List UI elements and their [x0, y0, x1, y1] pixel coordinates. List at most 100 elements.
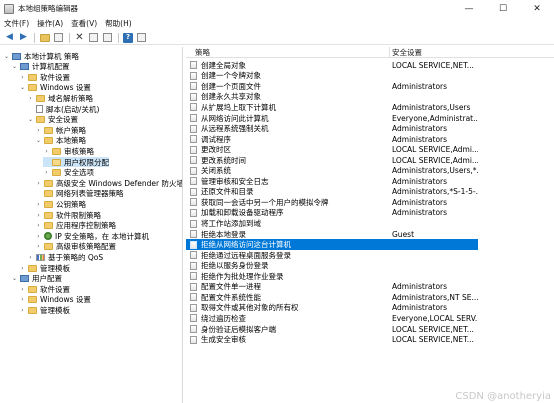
tree-item[interactable]: › 审核策略 [43, 146, 94, 156]
window-controls: — ☐ ✕ [452, 0, 554, 17]
tree-item[interactable]: ⌄ 用户配置 [11, 274, 62, 284]
toolbar-separator [118, 32, 119, 43]
policy-row[interactable]: 从网络访问此计算机 Everyone,Administrat... [186, 113, 478, 124]
tree-item[interactable]: ⌄ 本地策略 [35, 136, 86, 146]
maximize-button[interactable]: ☐ [486, 0, 520, 17]
expand-chevron-icon[interactable]: › [19, 307, 26, 314]
menu-view[interactable]: 查看(V) [71, 18, 97, 29]
tree-item[interactable]: › 安全选项 [43, 168, 94, 178]
menu-action[interactable]: 操作(A) [37, 18, 63, 29]
tree-item[interactable]: › Windows 设置 [19, 295, 91, 305]
tree-item[interactable]: ⌄ Windows 设置 [19, 83, 91, 93]
delete-icon[interactable]: ✕ [74, 32, 85, 43]
policy-row[interactable]: 配置文件系统性能 Administrators,NT SE... [186, 292, 478, 303]
tree-item[interactable]: › 软件限制策略 [35, 210, 101, 220]
tree-item[interactable]: › 管理模板 [19, 305, 70, 315]
tree-item[interactable]: › 管理模板 [19, 263, 70, 273]
expand-chevron-icon[interactable]: › [27, 254, 34, 261]
expand-chevron-icon[interactable]: › [43, 169, 50, 176]
column-header-policy[interactable]: 策略 [195, 47, 210, 57]
expand-chevron-icon[interactable]: › [19, 296, 26, 303]
tree-item[interactable]: 网络列表管理器策略 [35, 189, 124, 199]
policy-row[interactable]: 创建全局对象 LOCAL SERVICE,NET... [186, 60, 478, 71]
column-separator[interactable] [389, 47, 390, 57]
close-button[interactable]: ✕ [520, 0, 554, 17]
up-folder-icon[interactable] [39, 33, 50, 42]
expand-chevron-icon[interactable]: › [19, 286, 26, 293]
expand-chevron-icon[interactable]: › [19, 74, 26, 81]
policy-row[interactable]: 更改时区 LOCAL SERVICE,Admi... [186, 144, 478, 155]
tree-item[interactable]: 脚本(启动/关机) [27, 104, 99, 114]
minimize-button[interactable]: — [452, 0, 486, 17]
policy-row[interactable]: 创建一个页面文件 Administrators [186, 81, 478, 92]
help-icon[interactable]: ? [123, 32, 133, 43]
tree-item[interactable]: › 高级安全 Windows Defender 防火墙 [35, 178, 182, 188]
expand-chevron-icon[interactable]: › [19, 265, 26, 272]
policy-row[interactable]: 创建永久共享对象 [186, 92, 478, 103]
menu-help[interactable]: 帮助(H) [105, 18, 132, 29]
policy-name: 取得文件或其他对象的所有权 [201, 303, 299, 313]
policy-row[interactable]: 更改系统时间 LOCAL SERVICE,Admi... [186, 155, 478, 166]
policy-row[interactable]: 拒绝从网络访问这台计算机 [186, 239, 478, 250]
expand-chevron-icon[interactable]: › [35, 233, 42, 240]
export-list-icon[interactable] [103, 33, 112, 42]
policy-row[interactable]: 配置文件单一进程 Administrators [186, 282, 478, 293]
collapse-chevron-icon[interactable]: ⌄ [11, 63, 18, 70]
policy-row[interactable]: 将工作站添加到域 [186, 218, 478, 229]
tree-item[interactable]: › 帐户策略 [35, 125, 86, 135]
policy-row[interactable]: 加载和卸载设备驱动程序 Administrators [186, 208, 478, 219]
show-hide-tree-icon[interactable] [54, 33, 63, 42]
collapse-chevron-icon[interactable]: ⌄ [11, 275, 18, 282]
tree-item[interactable]: 用户权限分配 [43, 157, 109, 167]
expand-chevron-icon[interactable]: › [35, 212, 42, 219]
expand-chevron-icon[interactable]: › [35, 201, 42, 208]
expand-chevron-icon[interactable]: › [35, 222, 42, 229]
policy-row[interactable]: 从扩展坞上取下计算机 Administrators,Users [186, 102, 478, 113]
tree-item[interactable]: ⌄ 安全设置 [27, 115, 78, 125]
tree-item[interactable]: › 公钥策略 [35, 199, 86, 209]
collapse-chevron-icon[interactable]: ⌄ [19, 84, 26, 91]
expand-chevron-icon[interactable]: › [27, 95, 34, 102]
properties-icon[interactable] [89, 33, 98, 42]
policy-row[interactable]: 拒绝通过远程桌面服务登录 [186, 250, 478, 261]
view-icon[interactable] [137, 33, 146, 42]
policy-row[interactable]: 调试程序 Administrators [186, 134, 478, 145]
policy-row[interactable]: 关闭系统 Administrators,Users,*... [186, 166, 478, 177]
expand-chevron-icon[interactable]: › [35, 180, 42, 187]
tree-item[interactable]: ⌄ 本地计算机 策略 [3, 51, 79, 61]
collapse-chevron-icon[interactable]: ⌄ [27, 116, 34, 123]
policy-row[interactable]: 拒绝本地登录 Guest [186, 229, 478, 240]
policy-row[interactable]: 取得文件或其他对象的所有权 Administrators [186, 303, 478, 314]
policy-row[interactable]: 管理审核和安全日志 Administrators [186, 176, 478, 187]
policy-row[interactable]: 拒绝以服务身份登录 [186, 260, 478, 271]
policy-row[interactable]: 从远程系统强制关机 Administrators [186, 123, 478, 134]
tree-item[interactable]: › 域名解析策略 [27, 93, 93, 103]
back-arrow-icon[interactable]: ◀ [4, 32, 15, 43]
policy-row[interactable]: 还原文件和目录 Administrators,*S-1-5-... [186, 187, 478, 198]
policy-row[interactable]: 身份验证后模拟客户端 LOCAL SERVICE,NET... [186, 324, 478, 335]
menu-file[interactable]: 文件(F) [4, 18, 29, 29]
forward-arrow-icon[interactable]: ▶ [18, 32, 29, 43]
tree-item[interactable]: › 基于策略的 QoS [27, 252, 103, 262]
policy-setting: Administrators [392, 197, 448, 207]
column-header-setting[interactable]: 安全设置 [392, 47, 422, 57]
tree-item[interactable]: › 软件设置 [19, 72, 70, 82]
policy-row[interactable]: 获取同一会话中另一个用户的模拟令牌 Administrators [186, 197, 478, 208]
policy-setting: Administrators [392, 282, 448, 292]
tree-item[interactable]: › 高级审核策略配置 [35, 242, 116, 252]
collapse-chevron-icon[interactable]: ⌄ [3, 53, 10, 60]
policy-row[interactable]: 创建一个令牌对象 [186, 71, 478, 82]
policy-row[interactable]: 拒绝作为批处理作业登录 [186, 271, 478, 282]
folder-icon [36, 94, 45, 102]
policy-row[interactable]: 绕过遍历检查 Everyone,LOCAL SERV... [186, 313, 478, 324]
expand-chevron-icon[interactable]: › [35, 127, 42, 134]
policy-row[interactable]: 生成安全审核 LOCAL SERVICE,NET... [186, 334, 478, 345]
tree-item[interactable]: › 软件设置 [19, 284, 70, 294]
tree-item[interactable]: ⌄ 计算机配置 [11, 62, 70, 72]
tree-item[interactable]: › 应用程序控制策略 [35, 221, 116, 231]
expand-chevron-icon[interactable]: › [35, 243, 42, 250]
expand-chevron-icon[interactable]: › [43, 148, 50, 155]
vertical-scrollbar[interactable] [550, 58, 554, 403]
tree-item[interactable]: › IP 安全策略，在 本地计算机 [35, 231, 149, 241]
collapse-chevron-icon[interactable]: ⌄ [35, 137, 42, 144]
